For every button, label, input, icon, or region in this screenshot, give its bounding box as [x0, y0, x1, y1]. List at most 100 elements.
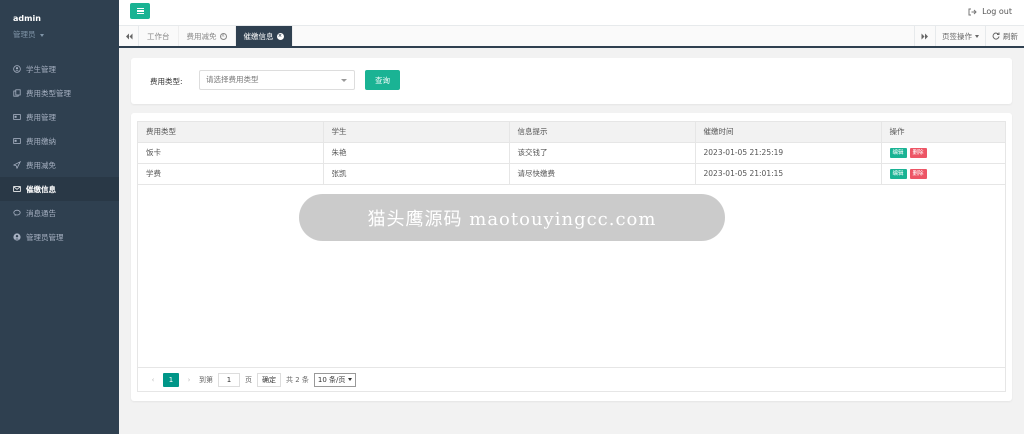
- hamburger-icon: [136, 13, 144, 15]
- goto-label: 到第: [199, 375, 213, 384]
- fee-type-placeholder: 请选择费用类型: [206, 75, 259, 84]
- column-header[interactable]: 催缴时间: [695, 122, 882, 143]
- user-name: admin: [13, 14, 41, 23]
- send-icon: [13, 161, 21, 169]
- page-size-value: 10 条/页: [317, 375, 346, 384]
- table-header-row: 费用类型 学生 信息提示 催缴时间 操作: [138, 122, 1005, 143]
- copy-icon: [13, 89, 21, 97]
- pagination: ‹ 1 › 到第 1 页 确定 共 2 条 10 条/页: [138, 367, 1005, 391]
- page-number-input[interactable]: 1: [218, 372, 240, 387]
- topbar: Log out: [119, 0, 1024, 26]
- total-count: 共 2 条: [286, 375, 309, 384]
- chevron-down-icon: [348, 378, 353, 381]
- cell-fee-type: 学费: [138, 163, 324, 185]
- column-header: 操作: [881, 122, 1005, 143]
- sidebar-item-label: 学生管理: [26, 64, 56, 74]
- tab-label: 工作台: [147, 31, 170, 41]
- logout-label: Log out: [982, 7, 1012, 16]
- edit-button[interactable]: 编辑: [889, 169, 907, 179]
- watermark-banner: 猫头鹰源码 maotouyingcc.com: [299, 194, 725, 241]
- cell-fee-type: 饭卡: [138, 142, 324, 164]
- sidebar-nav: 学生管理 费用类型管理 费用管理 费用缴纳 费用减免 催缴信息 消息通告 管理员…: [0, 57, 119, 249]
- column-header[interactable]: 费用类型: [138, 122, 324, 143]
- sidebar: admin 管理员 学生管理 费用类型管理 费用管理 费用缴纳 费用减免 催缴信…: [0, 0, 119, 434]
- mail-icon: [13, 186, 21, 192]
- refresh-button[interactable]: 刷新: [985, 26, 1024, 46]
- cell-actions: 编辑 删除: [881, 163, 1005, 185]
- tab-reminders[interactable]: 催缴信息 ×: [235, 26, 293, 46]
- caret-down-icon: [39, 33, 44, 37]
- column-header[interactable]: 信息提示: [509, 122, 696, 143]
- sidebar-item-reminders[interactable]: 催缴信息: [0, 177, 119, 201]
- fee-type-label: 费用类型:: [150, 77, 183, 86]
- sidebar-item-label: 费用类型管理: [26, 88, 71, 98]
- tabs: 工作台 费用减免 × 催缴信息 ×: [139, 26, 293, 46]
- tab-label: 费用减免: [186, 31, 217, 41]
- banner-text: 猫头鹰源码 maotouyingcc.com: [367, 208, 657, 230]
- refresh-icon: [992, 32, 1000, 40]
- user-role-dropdown[interactable]: 管理员: [13, 29, 119, 40]
- table-panel: 费用类型 学生 信息提示 催缴时间 操作 饭卡 朱艳 该交钱了 2023-01-…: [131, 113, 1012, 401]
- cell-message: 该交钱了: [509, 142, 696, 164]
- caret-down-icon: [975, 34, 979, 38]
- page-ops-dropdown[interactable]: 页签操作: [935, 26, 985, 46]
- tab-fee-reduction[interactable]: 费用减免 ×: [179, 26, 236, 46]
- user-icon: [13, 65, 21, 73]
- card-icon: [13, 114, 21, 120]
- next-page-button[interactable]: ›: [184, 376, 194, 384]
- data-table: 费用类型 学生 信息提示 催缴时间 操作 饭卡 朱艳 该交钱了 2023-01-…: [138, 122, 1005, 185]
- tab-workbench[interactable]: 工作台: [139, 26, 179, 46]
- cell-actions: 编辑 删除: [881, 142, 1005, 164]
- refresh-label: 刷新: [1003, 31, 1018, 41]
- sidebar-item-label: 费用缴纳: [26, 136, 56, 146]
- sidebar-item-students[interactable]: 学生管理: [0, 57, 119, 81]
- sidebar-item-label: 催缴信息: [26, 184, 56, 194]
- data-table-container: 费用类型 学生 信息提示 催缴时间 操作 饭卡 朱艳 该交钱了 2023-01-…: [137, 121, 1006, 392]
- sidebar-item-fee-types[interactable]: 费用类型管理: [0, 81, 119, 105]
- sidebar-item-payment[interactable]: 费用缴纳: [0, 129, 119, 153]
- sidebar-item-notices[interactable]: 消息通告: [0, 201, 119, 225]
- cell-time: 2023-01-05 21:01:15: [695, 163, 882, 185]
- close-icon[interactable]: ×: [276, 32, 284, 40]
- sidebar-item-admins[interactable]: 管理员管理: [0, 225, 119, 249]
- user-block[interactable]: admin 管理员: [0, 0, 119, 56]
- fee-type-select[interactable]: 请选择费用类型: [199, 70, 355, 90]
- column-header[interactable]: 学生: [323, 122, 510, 143]
- close-icon[interactable]: ×: [219, 32, 227, 40]
- user-role-label: 管理员: [13, 30, 36, 39]
- delete-button[interactable]: 删除: [909, 148, 927, 158]
- double-chevron-left-icon: [125, 33, 132, 39]
- sidebar-item-label: 消息通告: [26, 208, 56, 218]
- tabs-scroll-right-button[interactable]: [914, 26, 935, 46]
- chevron-down-icon: [341, 79, 347, 82]
- menu-toggle-button[interactable]: [130, 3, 150, 19]
- card-icon: [13, 138, 21, 144]
- page-ops-label: 页签操作: [942, 31, 972, 41]
- prev-page-button[interactable]: ‹: [148, 376, 158, 384]
- cell-message: 请尽快缴费: [509, 163, 696, 185]
- sidebar-item-label: 费用管理: [26, 112, 56, 122]
- table-row[interactable]: 学费 张凯 请尽快缴费 2023-01-05 21:01:15 编辑 删除: [138, 163, 1005, 185]
- cell-student: 张凯: [323, 163, 510, 185]
- sidebar-item-fees[interactable]: 费用管理: [0, 105, 119, 129]
- logout-button[interactable]: Log out: [968, 7, 1012, 16]
- current-page-button[interactable]: 1: [163, 372, 179, 387]
- confirm-page-button[interactable]: 确定: [257, 372, 281, 387]
- hamburger-icon: [136, 7, 144, 9]
- cell-time: 2023-01-05 21:25:19: [695, 142, 882, 164]
- sign-out-icon: [968, 8, 977, 15]
- tabs-scroll-left-button[interactable]: [119, 26, 139, 46]
- chat-icon: [13, 209, 21, 217]
- hamburger-icon: [136, 10, 144, 12]
- double-chevron-right-icon: [921, 33, 928, 39]
- tabs-bar: 工作台 费用减免 × 催缴信息 × 页签操作 刷新: [119, 26, 1024, 48]
- page-size-select[interactable]: 10 条/页: [313, 372, 357, 387]
- tabs-right-controls: 页签操作 刷新: [914, 26, 1024, 46]
- user-circle-icon: [13, 233, 21, 241]
- page-unit-label: 页: [245, 375, 252, 384]
- edit-button[interactable]: 编辑: [889, 148, 907, 158]
- delete-button[interactable]: 删除: [909, 169, 927, 179]
- table-row[interactable]: 饭卡 朱艳 该交钱了 2023-01-05 21:25:19 编辑 删除: [138, 142, 1005, 164]
- sidebar-item-reduction[interactable]: 费用减免: [0, 153, 119, 177]
- query-button[interactable]: 查询: [365, 70, 400, 90]
